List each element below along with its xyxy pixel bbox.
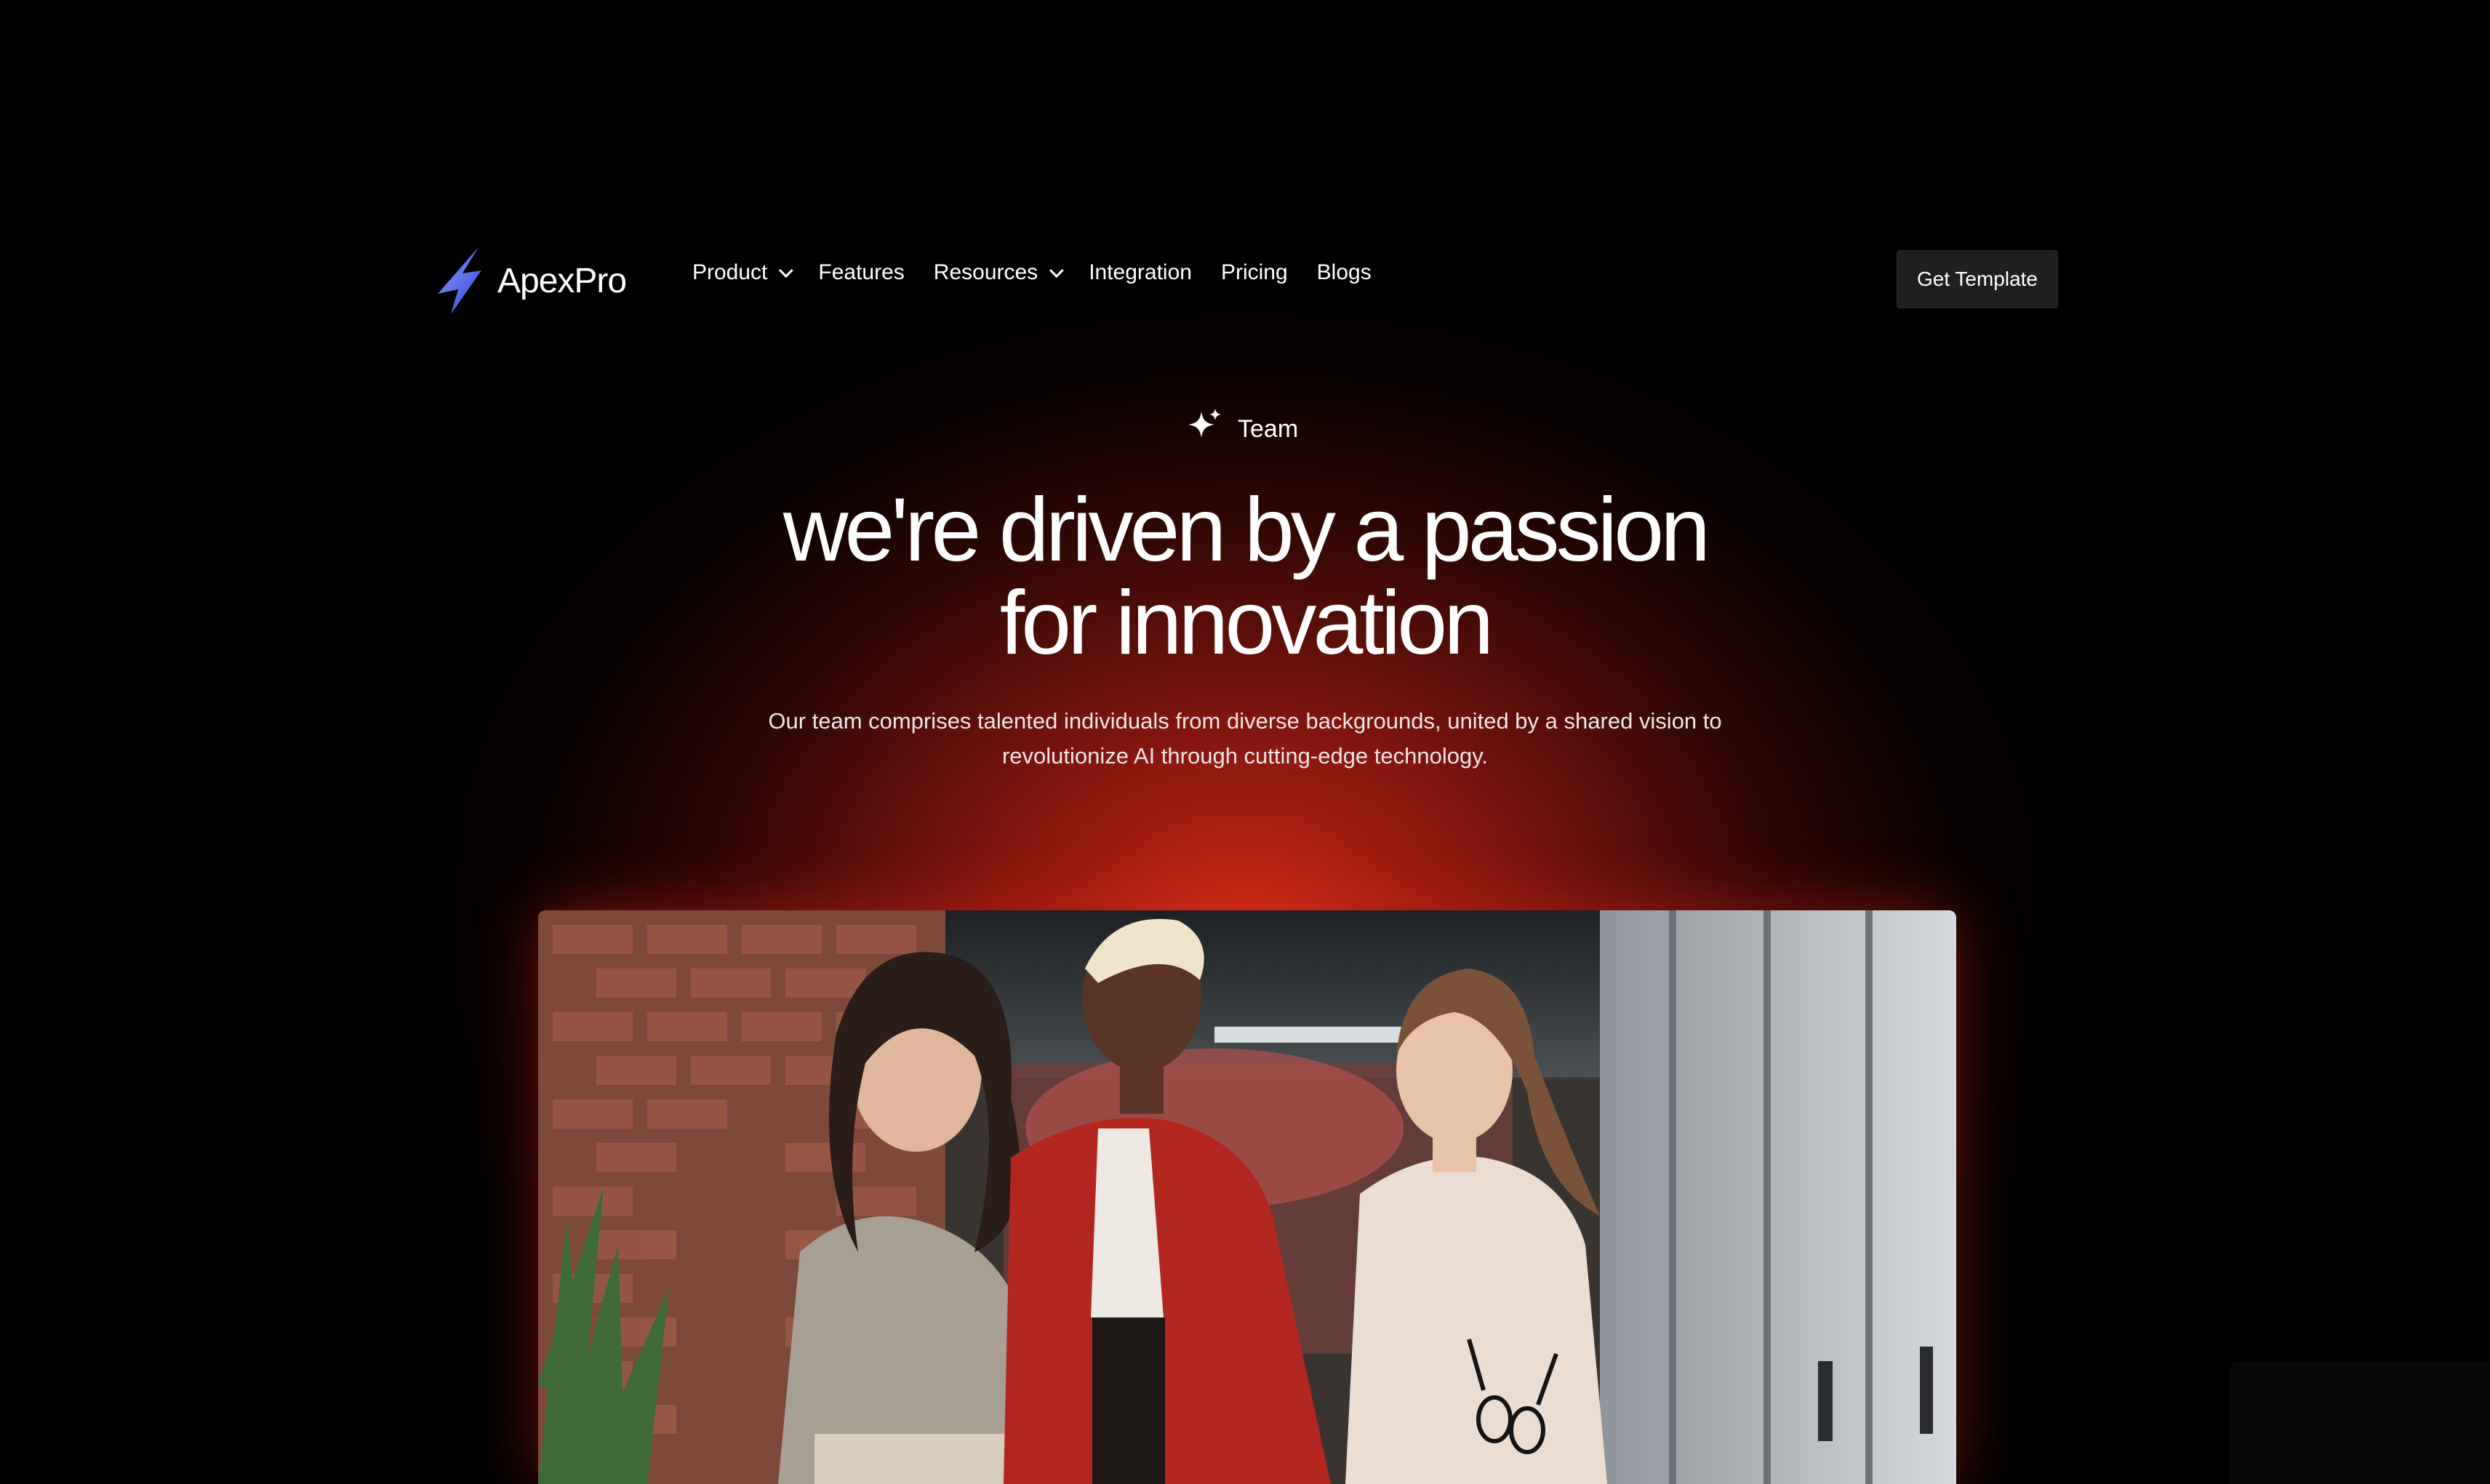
team-photo [538, 910, 1956, 1484]
headline-line-2: for innovation [999, 573, 1494, 673]
get-template-button[interactable]: Get Template [1897, 250, 2058, 308]
hero-description: Our team comprises talented individuals … [727, 704, 1763, 774]
top-navigation: ApexPro Product Features Resources Integ… [433, 241, 2058, 317]
chevron-down-icon [779, 263, 794, 278]
nav-item-label: Product [692, 260, 768, 284]
nav-item-pricing[interactable]: Pricing [1221, 260, 1288, 285]
lightning-bolt-icon [433, 246, 484, 316]
nav-menu: Product Features Resources Integration P… [692, 260, 1372, 285]
hero-headline: we're driven by a passion for innovation [591, 484, 1899, 670]
nav-item-label: Resources [933, 260, 1038, 284]
nav-item-integration[interactable]: Integration [1089, 260, 1192, 285]
nav-item-resources[interactable]: Resources [933, 260, 1064, 285]
nav-item-features[interactable]: Features [818, 260, 904, 285]
nav-item-label: Features [818, 260, 905, 284]
section-badge: Team [1185, 407, 1298, 451]
corner-overlay [2230, 1361, 2490, 1484]
headline-line-1: we're driven by a passion [782, 480, 1710, 580]
nav-item-label: Blogs [1316, 260, 1372, 284]
nav-item-blogs[interactable]: Blogs [1317, 260, 1372, 285]
sparkle-icon [1185, 407, 1223, 452]
badge-label: Team [1238, 414, 1299, 443]
chevron-down-icon [1049, 263, 1064, 278]
nav-item-product[interactable]: Product [692, 260, 794, 285]
nav-item-label: Pricing [1220, 260, 1288, 284]
description-line-1: Our team comprises talented individuals … [768, 708, 1722, 734]
nav-item-label: Integration [1089, 260, 1192, 284]
brand-logo[interactable]: ApexPro [433, 246, 627, 316]
brand-name: ApexPro [497, 261, 627, 300]
description-line-2: revolutionize AI through cutting-edge te… [1001, 743, 1489, 769]
